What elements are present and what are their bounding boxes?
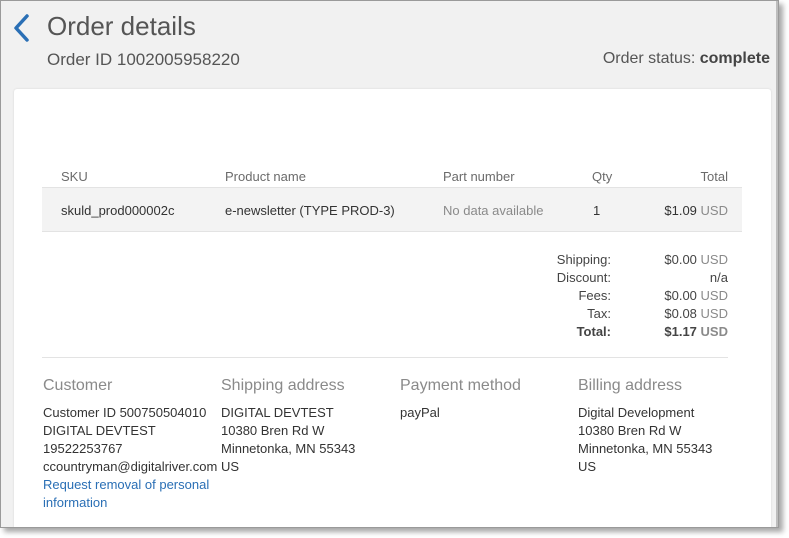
fees-value: $0.00 USD	[664, 288, 728, 303]
request-removal-link-line-1[interactable]: Request removal of personal	[43, 476, 217, 494]
fees-label: Fees:	[578, 288, 611, 303]
billing-address: Digital Development 10380 Bren Rd W Minn…	[578, 404, 712, 476]
shipping-label: Shipping:	[556, 252, 611, 267]
customer-info: Customer ID 500750504010 DIGITAL DEVTEST…	[43, 404, 217, 512]
fees-currency: USD	[700, 288, 728, 303]
customer-email: ccountryman@digitalriver.com	[43, 459, 218, 474]
payment-method-title: Payment method	[400, 377, 521, 394]
shipping-amount: $0.00	[664, 252, 697, 267]
scrollbar-edge[interactable]	[776, 1, 778, 527]
total-amount: $1.17	[664, 324, 697, 339]
tax-currency: USD	[700, 306, 728, 321]
column-header-product-name: Product name	[225, 169, 306, 184]
billing-address-title: Billing address	[578, 377, 683, 394]
row-part-number: No data available	[443, 203, 544, 218]
shipping-name: DIGITAL DEVTEST	[221, 405, 334, 420]
payment-method: payPal	[400, 404, 440, 422]
customer-title: Customer	[43, 377, 113, 394]
shipping-street: 10380 Bren Rd W	[221, 423, 325, 438]
column-header-total: Total	[700, 169, 728, 184]
discount-label: Discount:	[556, 270, 611, 285]
row-qty: 1	[593, 203, 601, 218]
page-title: Order details	[47, 11, 196, 41]
request-removal-link-line-2[interactable]: information	[43, 494, 217, 512]
tax-label: Tax:	[587, 306, 611, 321]
total-label: Total:	[576, 324, 611, 339]
shipping-address: DIGITAL DEVTEST 10380 Bren Rd W Minneton…	[221, 404, 355, 476]
tax-amount: $0.08	[664, 306, 697, 321]
column-header-sku: SKU	[61, 169, 88, 184]
customer-name: DIGITAL DEVTEST	[43, 423, 156, 438]
order-card: SKU Product name Part number Qty Total s…	[14, 89, 771, 527]
billing-country: US	[578, 459, 597, 474]
billing-street: 10380 Bren Rd W	[578, 423, 682, 438]
billing-city: Minnetonka, MN 55343	[578, 441, 713, 456]
payment-method-value: payPal	[400, 405, 440, 420]
order-status-label: Order status:	[602, 50, 696, 67]
discount-value: n/a	[709, 270, 728, 285]
total-value: $1.17 USD	[664, 324, 728, 339]
shipping-country: US	[221, 459, 240, 474]
request-removal-link[interactable]: Request removal of personal information	[43, 476, 217, 512]
customer-phone: 19522253767	[43, 441, 123, 456]
shipping-address-title: Shipping address	[221, 377, 345, 394]
tax-value: $0.08 USD	[664, 306, 728, 321]
shipping-value: $0.00 USD	[664, 252, 728, 267]
row-total-amount: $1.09	[664, 203, 697, 218]
order-id: Order ID 1002005958220	[47, 50, 240, 69]
divider	[42, 357, 728, 358]
fees-amount: $0.00	[664, 288, 697, 303]
order-status: Order status: complete	[603, 50, 770, 68]
row-total-currency: USD	[700, 203, 728, 218]
order-details-window: Order details Order ID 1002005958220 Ord…	[0, 0, 779, 528]
customer-id: Customer ID 500750504010	[43, 405, 207, 420]
billing-name: Digital Development	[578, 405, 695, 420]
column-header-part-number: Part number	[443, 169, 515, 184]
shipping-city: Minnetonka, MN 55343	[221, 441, 356, 456]
row-total: $1.09 USD	[664, 203, 728, 218]
shipping-currency: USD	[700, 252, 728, 267]
row-product-name: e-newsletter (TYPE PROD-3)	[225, 203, 395, 218]
column-header-qty: Qty	[592, 169, 613, 184]
total-currency: USD	[700, 324, 728, 339]
order-status-value: complete	[699, 50, 770, 67]
row-sku: skuld_prod000002c	[61, 203, 175, 218]
chevron-left-icon[interactable]	[11, 13, 33, 43]
